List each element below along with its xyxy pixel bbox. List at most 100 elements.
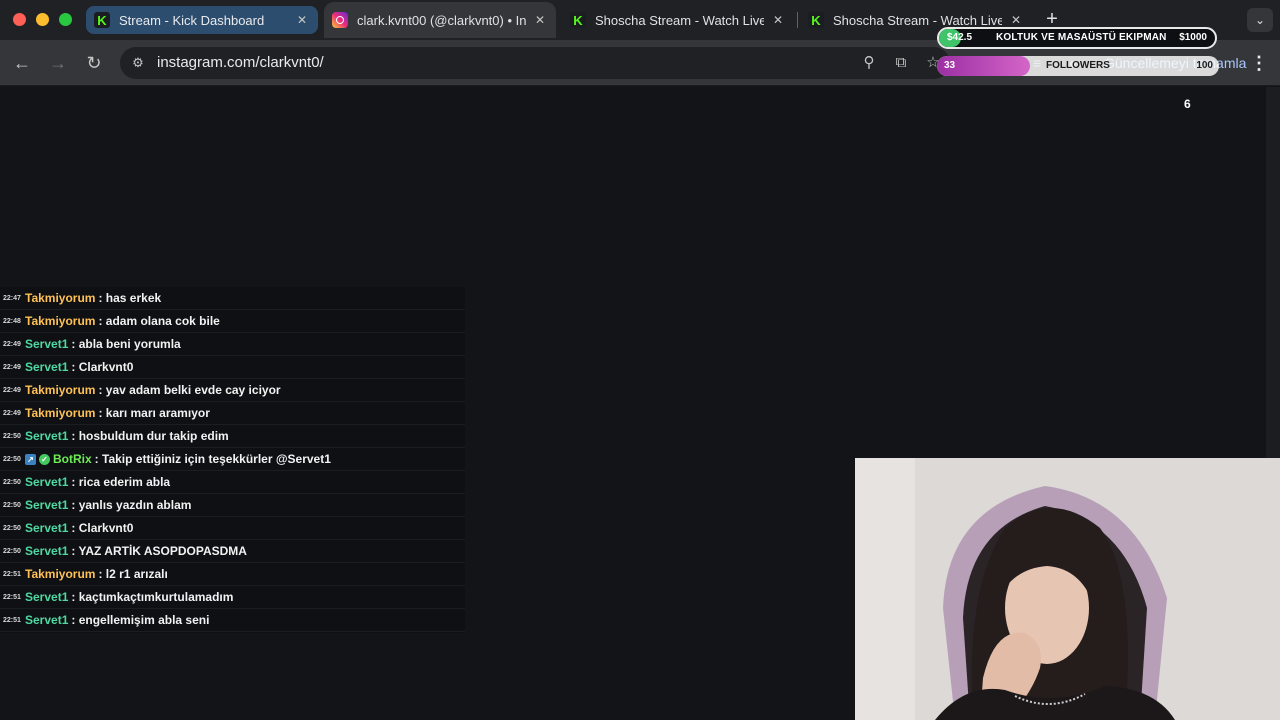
- chat-username[interactable]: Takmiyorum: [25, 406, 95, 420]
- chat-timestamp: 22:49: [3, 409, 21, 417]
- chat-text: : rica ederim abla: [71, 475, 171, 489]
- chat-timestamp: 22:47: [3, 294, 21, 302]
- viewer-counter: 6: [1184, 97, 1191, 111]
- chat-text: : kaçtımkaçtımkurtulamadım: [71, 590, 234, 604]
- tab-kick-dashboard[interactable]: K Stream - Kick Dashboard ✕: [86, 6, 318, 34]
- verified-badge-icon: ✓: [39, 453, 50, 465]
- chat-message: 22:50 ↗ ✓ BotRix: Takip ettiğiniz için teşe…: [0, 448, 465, 471]
- chat-text: : karı marı aramıyor: [98, 406, 210, 420]
- zoom-icon[interactable]: ⚲: [860, 54, 878, 72]
- chat-text: : YAZ ARTİK ASOPDOPASDMA: [71, 544, 247, 558]
- follower-goal-current: 33: [944, 60, 956, 71]
- chat-timestamp: 22:49: [3, 363, 21, 371]
- chat-timestamp: 22:49: [3, 340, 21, 348]
- chat-text: : Clarkvnt0: [71, 360, 134, 374]
- chat-message: 22:48 Takmiyorum: adam olana cok bile: [0, 310, 465, 333]
- chat-timestamp: 22:49: [3, 386, 21, 394]
- chat-username[interactable]: Servet1: [25, 498, 68, 512]
- chat-message: 22:49 Servet1: abla beni yorumla: [0, 333, 465, 356]
- chat-timestamp: 22:48: [3, 317, 21, 325]
- close-icon[interactable]: ✕: [770, 12, 786, 28]
- chat-text: : yav adam belki evde cay iciyor: [98, 383, 281, 397]
- close-window-button[interactable]: [13, 13, 26, 26]
- kick-icon: K: [808, 12, 824, 28]
- kick-icon: K: [94, 12, 110, 28]
- chat-message: 22:49 Servet1: Clarkvnt0: [0, 356, 465, 379]
- chat-username[interactable]: Servet1: [25, 429, 68, 443]
- tab-search-button[interactable]: ⌄: [1247, 8, 1273, 32]
- chat-overlay: 22:47 Takmiyorum: has erkek 22:48 Takmiyoru…: [0, 287, 465, 633]
- chat-timestamp: 22:50: [3, 547, 21, 555]
- page-scrollbar[interactable]: [1266, 87, 1280, 458]
- minimize-window-button[interactable]: [36, 13, 49, 26]
- chat-timestamp: 22:51: [3, 593, 21, 601]
- chat-username[interactable]: Servet1: [25, 613, 68, 627]
- chat-timestamp: 22:50: [3, 524, 21, 532]
- donation-goal-target: $1000: [1179, 32, 1207, 43]
- chat-message: 22:49 Takmiyorum: yav adam belki evde cay…: [0, 379, 465, 402]
- tab-instagram[interactable]: clark.kvnt00 (@clarkvnt0) • In ✕: [324, 2, 556, 38]
- chat-text: : Clarkvnt0: [71, 521, 134, 535]
- chat-username[interactable]: Servet1: [25, 544, 68, 558]
- chat-username[interactable]: Takmiyorum: [25, 567, 95, 581]
- follower-goal-title: FOLLOWERS: [1046, 60, 1110, 71]
- back-icon[interactable]: ←: [9, 50, 35, 76]
- chat-message: 22:50 Servet1: Clarkvnt0: [0, 517, 465, 540]
- chat-text: : abla beni yorumla: [71, 337, 181, 351]
- donation-goal-current: $42.5: [947, 32, 973, 43]
- address-bar[interactable]: ⚙ instagram.com/clarkvnt0/ ⚲ ⧉ ☆: [120, 47, 950, 79]
- chat-text: : Takip ettiğiniz için teşekkürler @Serv…: [94, 452, 331, 466]
- chat-message: 22:49 Takmiyorum: karı marı aramıyor: [0, 402, 465, 425]
- install-app-icon[interactable]: ⧉: [892, 54, 910, 72]
- bot-badge-icon: ↗: [25, 453, 36, 465]
- chat-timestamp: 22:50: [3, 432, 21, 440]
- chat-message: 22:50 Servet1: YAZ ARTİK ASOPDOPASDMA: [0, 540, 465, 563]
- chat-username[interactable]: BotRix: [53, 452, 92, 466]
- chat-text: : l2 r1 arızalı: [98, 567, 168, 581]
- close-icon[interactable]: ✕: [294, 12, 310, 28]
- forward-icon[interactable]: →: [45, 50, 71, 76]
- more-menu-icon[interactable]: ⋮: [1250, 53, 1268, 73]
- chat-username[interactable]: Takmiyorum: [25, 314, 95, 328]
- chat-username[interactable]: Servet1: [25, 590, 68, 604]
- chat-text: : yanlıs yazdın ablam: [71, 498, 192, 512]
- site-settings-icon[interactable]: ⚙: [130, 55, 146, 71]
- chat-text: : adam olana cok bile: [98, 314, 220, 328]
- kick-icon: K: [570, 12, 586, 28]
- chat-message: 22:51 Servet1: kaçtımkaçtımkurtulamadım: [0, 586, 465, 609]
- chat-username[interactable]: Takmiyorum: [25, 291, 95, 305]
- chat-timestamp: 22:50: [3, 455, 21, 463]
- donation-goal-bar: $42.5 KOLTUK VE MASAÜSTÜ EKIPMAN $1000: [937, 27, 1217, 49]
- chat-timestamp: 22:51: [3, 616, 21, 624]
- tab-title: Shoscha Stream - Watch Live: [595, 12, 764, 28]
- chat-message: 22:50 Servet1: rica ederim abla: [0, 471, 465, 494]
- chat-timestamp: 22:51: [3, 570, 21, 578]
- url-text[interactable]: instagram.com/clarkvnt0/: [157, 54, 324, 71]
- webcam-image: [855, 458, 1280, 720]
- tab-shoscha-stream[interactable]: K Shoscha Stream - Watch Live ✕: [562, 6, 794, 34]
- close-icon[interactable]: ✕: [532, 12, 548, 28]
- chat-timestamp: 22:50: [3, 501, 21, 509]
- tab-title: Shoscha Stream - Watch Live: [833, 12, 1002, 28]
- chat-username[interactable]: Servet1: [25, 475, 68, 489]
- chat-text: : hosbuldum dur takip edim: [71, 429, 229, 443]
- chat-username[interactable]: Servet1: [25, 360, 68, 374]
- chat-text: : engellemişim abla seni: [71, 613, 210, 627]
- chat-message: 22:51 Servet1: engellemişim abla seni: [0, 609, 465, 632]
- reload-icon[interactable]: ↻: [81, 50, 107, 76]
- chat-message: 22:50 Servet1: yanlıs yazdın ablam: [0, 494, 465, 517]
- webcam-feed: [855, 458, 1280, 720]
- follower-goal-bar: 33 FOLLOWERS 100: [937, 56, 1219, 76]
- chat-username[interactable]: Servet1: [25, 337, 68, 351]
- tab-separator: [797, 12, 798, 28]
- follower-goal-target: 100: [1196, 60, 1213, 71]
- chat-message: 22:51 Takmiyorum: l2 r1 arızalı: [0, 563, 465, 586]
- instagram-icon: [332, 12, 348, 28]
- chat-username[interactable]: Takmiyorum: [25, 383, 95, 397]
- chat-username[interactable]: Servet1: [25, 521, 68, 535]
- chat-message: 22:47 Takmiyorum: has erkek: [0, 287, 465, 310]
- tab-title: Stream - Kick Dashboard: [119, 12, 265, 28]
- close-icon[interactable]: ✕: [1008, 12, 1024, 28]
- fullscreen-window-button[interactable]: [59, 13, 72, 26]
- donation-goal-title: KOLTUK VE MASAÜSTÜ EKIPMAN: [996, 32, 1167, 43]
